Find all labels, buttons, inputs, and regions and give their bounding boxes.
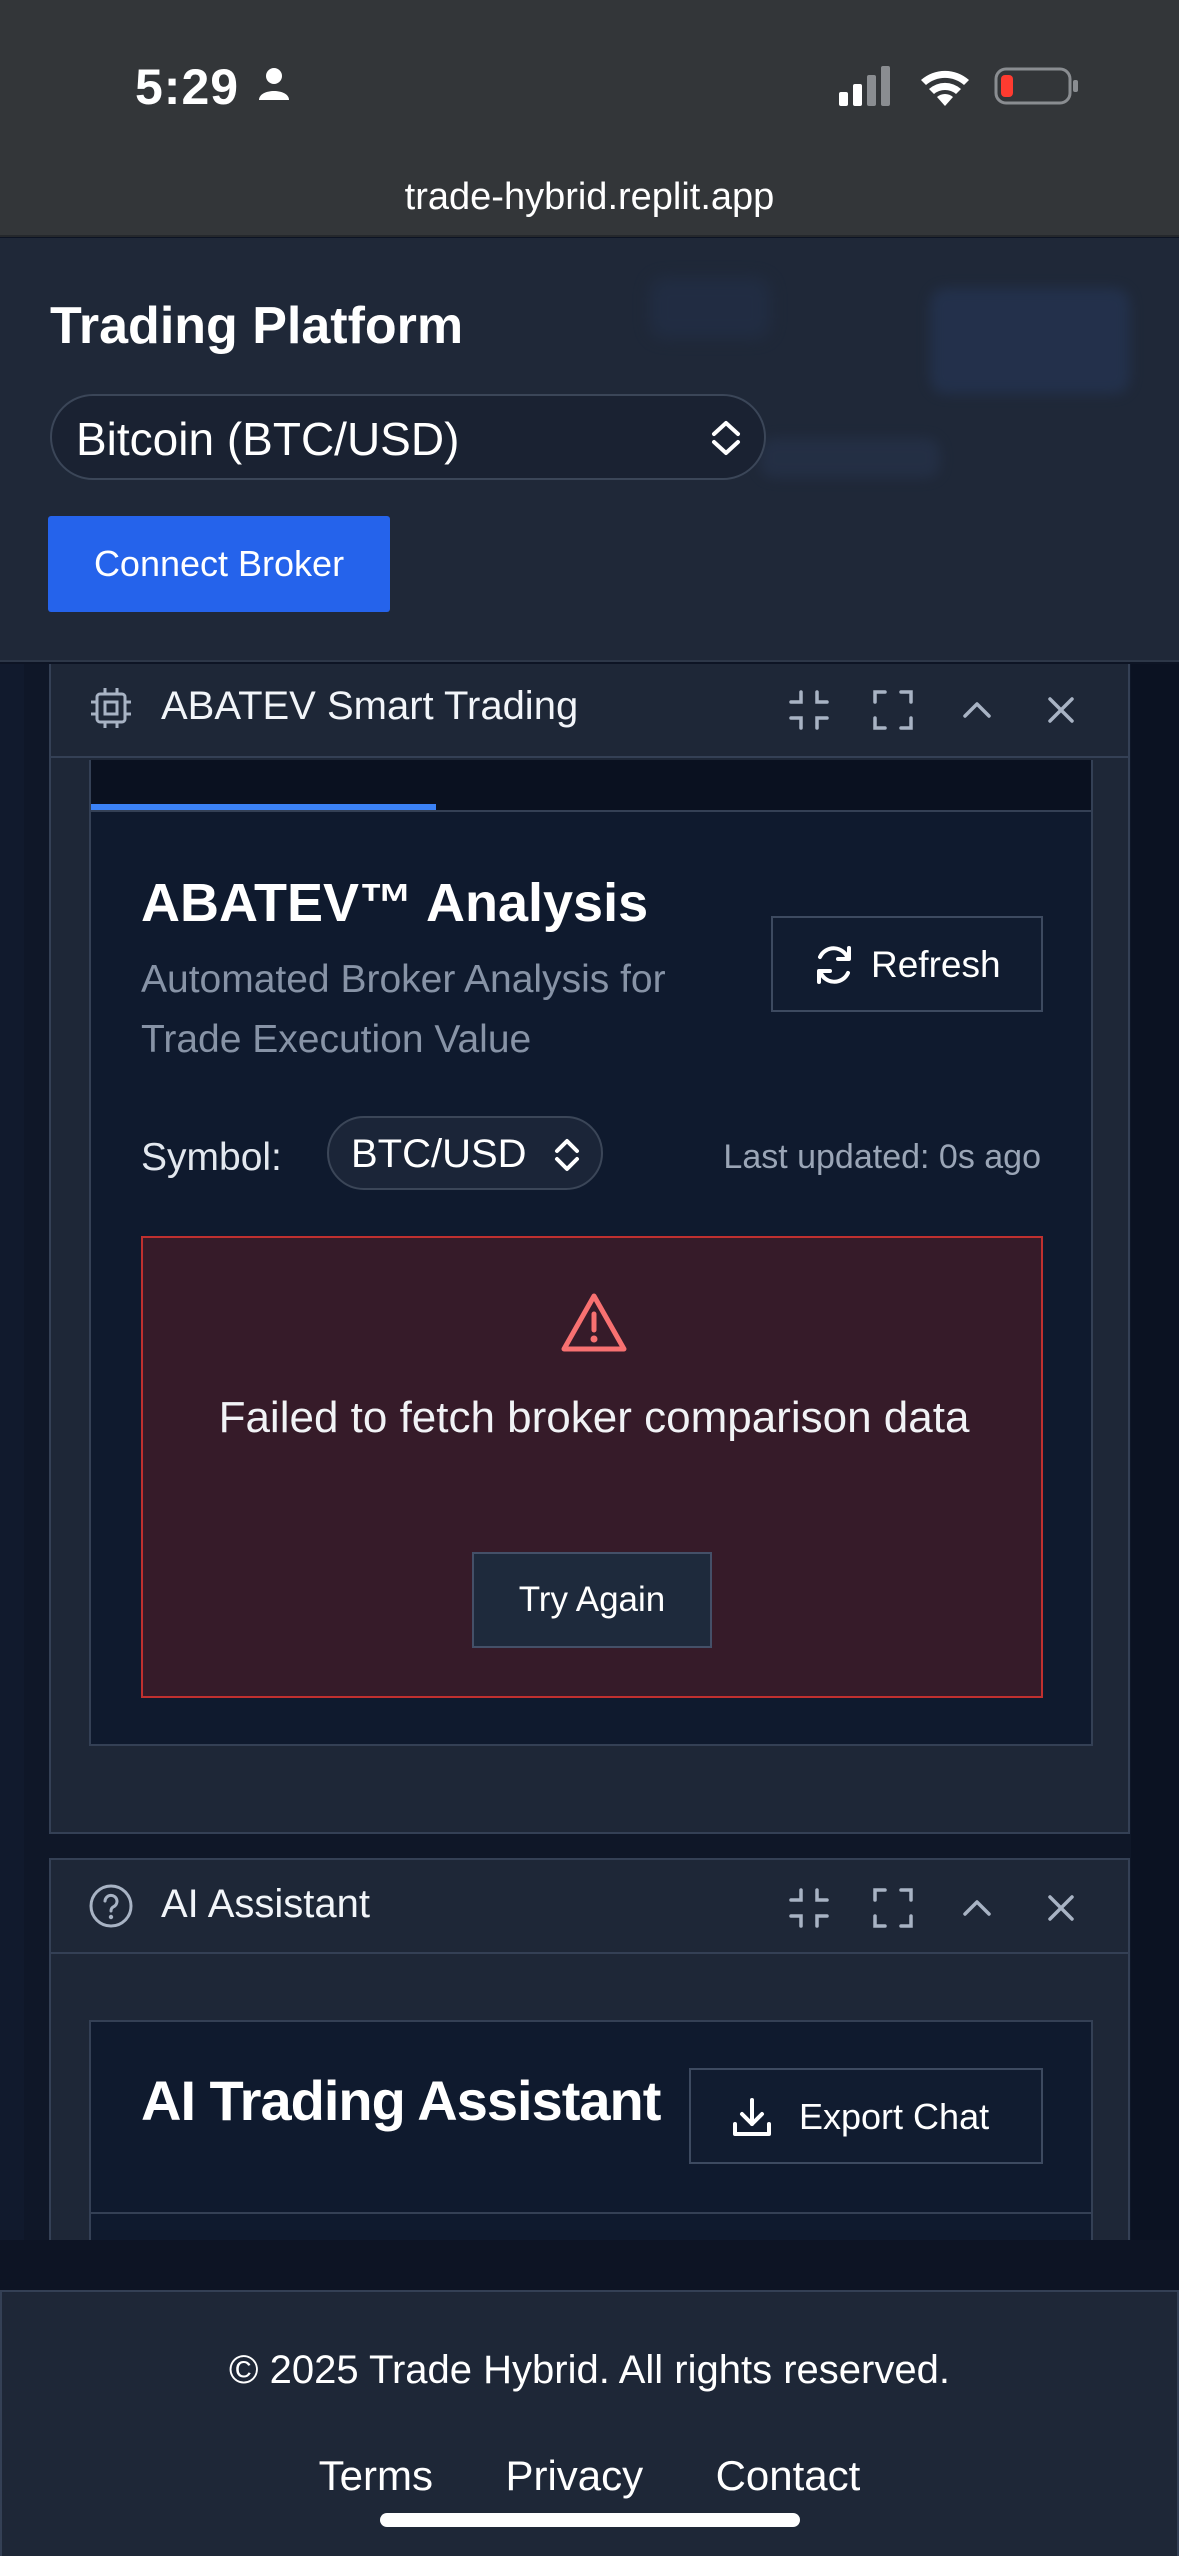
symbol-value: BTC/USD [351,1132,527,1176]
export-chat-label: Export Chat [799,2096,990,2137]
panel-header: AI Assistant [51,1860,1128,1954]
battery-low-icon [994,67,1078,105]
panel-title: ABATEV Smart Trading [161,684,579,728]
panel-title: AI Assistant [161,1882,370,1926]
main-content[interactable]: ABATEV Smart Trading ABATEV™ Analysis Au… [0,664,1179,2240]
symbol-select[interactable]: BTC/USD [327,1116,603,1190]
minimize-icon[interactable] [785,1884,833,1932]
chevron-up-down-icon [708,418,744,463]
close-icon[interactable] [1037,1884,1085,1932]
divider [91,2212,1091,2214]
blurred-element [760,438,940,478]
warning-triangle-icon [560,1292,628,1359]
analysis-title: ABATEV™ Analysis [141,873,649,933]
abatev-panel: ABATEV Smart Trading ABATEV™ Analysis Au… [49,664,1130,1834]
collapse-icon[interactable] [953,686,1001,734]
trading-pair-select[interactable]: Bitcoin (BTC/USD) [50,394,766,480]
refresh-label: Refresh [871,944,1001,985]
refresh-button[interactable]: Refresh [771,916,1043,1012]
last-updated-text: Last updated: 0s ago [723,1138,1041,1176]
home-indicator[interactable] [380,2513,800,2527]
connect-broker-label: Connect Broker [93,543,345,584]
url-text: trade-hybrid.replit.app [404,176,775,218]
export-chat-button[interactable]: Export Chat [689,2068,1043,2164]
content-edge [0,664,24,2240]
download-icon [729,2094,775,2145]
try-again-button[interactable]: Try Again [472,1552,712,1648]
close-icon[interactable] [1037,686,1085,734]
url-bar[interactable]: trade-hybrid.replit.app [0,165,1179,237]
copyright-text: © 2025 Trade Hybrid. All rights reserved… [229,2348,950,2392]
ai-assistant-card: AI Trading Assistant Export Chat [89,2020,1093,2240]
footer-link-privacy[interactable]: Privacy [505,2452,643,2500]
trading-pair-value: Bitcoin (BTC/USD) [76,413,460,465]
person-icon [256,66,292,107]
connect-broker-button[interactable]: Connect Broker [48,516,390,612]
collapse-icon[interactable] [953,1884,1001,1932]
cellular-signal-icon [839,66,890,106]
status-indicators [839,62,1079,115]
error-alert: Failed to fetch broker comparison data T… [141,1236,1043,1698]
abatev-analysis-card: ABATEV™ Analysis Automated Broker Analys… [89,810,1093,1746]
wifi-icon [921,70,969,106]
maximize-icon[interactable] [869,686,917,734]
page-title: Trading Platform [50,297,464,355]
content-edge [1131,664,1179,2240]
analysis-subtitle: Automated Broker Analysis for Trade Exec… [141,958,666,1061]
try-again-label: Try Again [518,1580,666,1619]
help-circle-icon [87,1882,135,1935]
tabs-strip[interactable] [89,760,1093,810]
ai-assistant-panel: AI Assistant AI Trading Assistant Export… [49,1858,1130,2240]
error-message: Failed to fetch broker comparison data [218,1393,970,1442]
panel-header: ABATEV Smart Trading [51,664,1128,758]
footer-links: Terms Privacy Contact [2,2452,1177,2500]
status-bar: 5:29 [0,0,1179,165]
symbol-label: Symbol: [141,1136,282,1179]
ai-assistant-title: AI Trading Assistant [141,2069,661,2132]
cpu-chip-icon [87,684,135,737]
app-header: Trading Platform Bitcoin (BTC/USD) Conne… [0,238,1179,662]
maximize-icon[interactable] [869,1884,917,1932]
status-time: 5:29 [135,59,240,115]
footer-link-contact[interactable]: Contact [716,2452,861,2500]
blurred-element [650,278,770,338]
footer-link-terms[interactable]: Terms [319,2452,433,2500]
minimize-icon[interactable] [785,686,833,734]
chevron-up-down-icon [551,1136,583,1179]
footer-gap [0,2240,1179,2290]
blurred-element [930,288,1130,394]
refresh-icon [811,942,857,993]
